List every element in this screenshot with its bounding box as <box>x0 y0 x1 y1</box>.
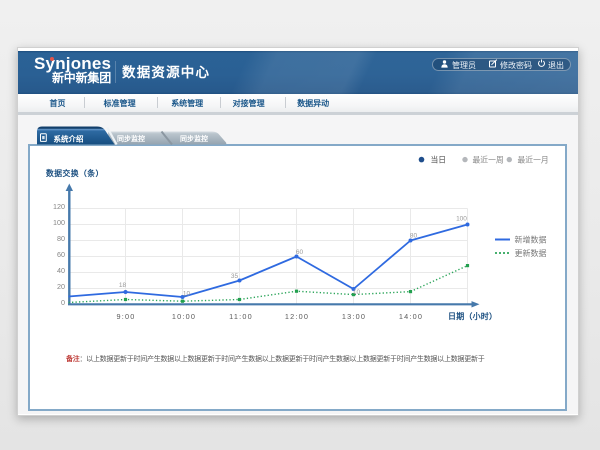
svg-text:新增数据: 新增数据 <box>515 235 547 245</box>
svg-text:12:00: 12:00 <box>285 312 309 321</box>
svg-text:9:00: 9:00 <box>116 312 135 321</box>
svg-text:20: 20 <box>57 282 65 291</box>
svg-text:最近一周: 最近一周 <box>473 155 504 165</box>
svg-text:13:00: 13:00 <box>342 312 366 321</box>
svg-text:同步监控: 同步监控 <box>117 134 145 143</box>
svg-text:35: 35 <box>231 273 239 280</box>
svg-text:10: 10 <box>353 289 361 296</box>
svg-text:11:00: 11:00 <box>229 312 253 321</box>
svg-text:120: 120 <box>53 202 65 211</box>
svg-text:最近一月: 最近一月 <box>518 155 549 165</box>
svg-text:18: 18 <box>119 282 127 289</box>
svg-text:100: 100 <box>456 215 467 222</box>
svg-text:80: 80 <box>410 233 418 240</box>
svg-text:数据交换（条）: 数据交换（条） <box>46 168 104 178</box>
svg-text:更新数据: 更新数据 <box>515 248 547 258</box>
svg-text:日期（小时）: 日期（小时） <box>448 311 497 321</box>
svg-text:当日: 当日 <box>431 155 447 165</box>
svg-text:40: 40 <box>57 266 65 275</box>
svg-text:系统介绍: 系统介绍 <box>54 134 84 144</box>
svg-text:60: 60 <box>296 249 304 256</box>
svg-text:10:00: 10:00 <box>172 312 196 321</box>
svg-text:同步监控: 同步监控 <box>180 134 208 143</box>
svg-text:10: 10 <box>183 290 191 297</box>
svg-text:100: 100 <box>53 218 65 227</box>
svg-text:80: 80 <box>57 234 65 243</box>
svg-text:14:00: 14:00 <box>399 312 423 321</box>
svg-text:0: 0 <box>61 298 65 307</box>
svg-text:60: 60 <box>57 250 65 259</box>
